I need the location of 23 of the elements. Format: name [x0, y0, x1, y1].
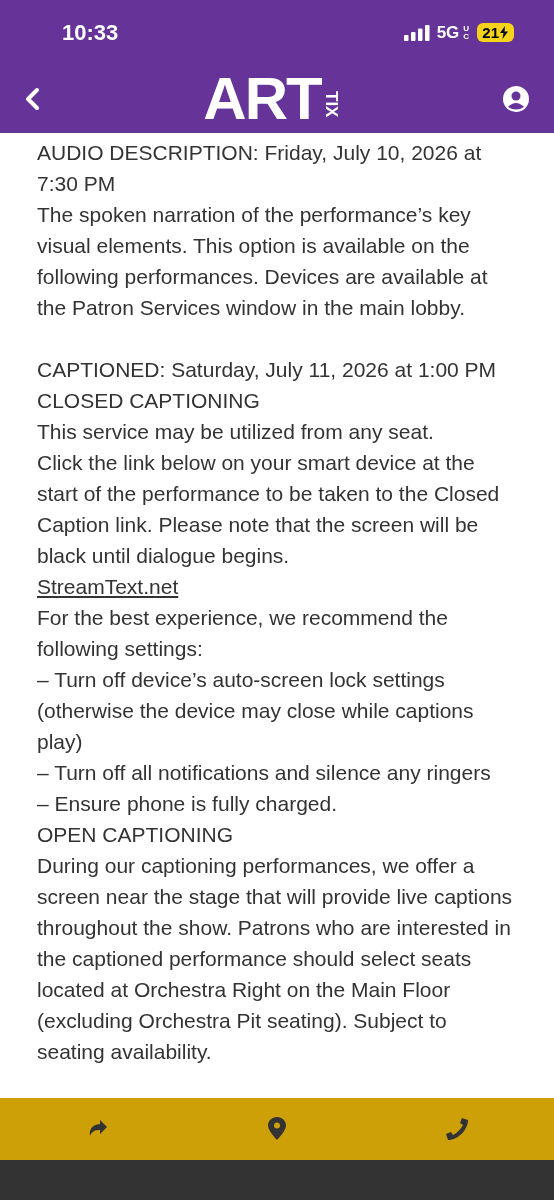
body-text: Click the link below on your smart device at the start of the performance to be taken to the Closed Caption link. Please note that the screen will be black until dialogue begins.: [37, 450, 501, 569]
streamtext-link[interactable]: StreamText.net: [37, 575, 179, 598]
body-text: – Turn off device’s auto-screen lock settings (otherwise the device may close while captions play): [37, 667, 475, 755]
body-text: AUDIO DESCRIPTION: Friday, July 10, 2026 at 7:30 PM: [37, 140, 483, 197]
phone-icon[interactable]: [446, 1118, 468, 1141]
body-text: During our captioning performances, we offer a screen near the stage that will provide live captions throughout the show. Patrons who are interested in the captioned performance should select seats located at Orchestra Right on the Main Floor (excluding Orchestra Pit seating). Subject to seating availability.: [37, 853, 514, 1065]
location-pin-icon[interactable]: [268, 1117, 286, 1142]
body-text: – Turn off all notifications and silence any ringers: [37, 760, 492, 786]
logo: ART TIX: [203, 73, 339, 125]
signal-icon: [403, 24, 430, 41]
network-label: 5G: [436, 22, 460, 43]
status-time: 10:33: [62, 19, 119, 46]
body-text: CAPTIONED: Saturday, July 11, 2026 at 1:00 PM: [37, 357, 498, 383]
network-suffix: UC: [463, 24, 471, 41]
body-text: The spoken narration of the performance’s key visual elements. This option is available on the following performances. Devices are available at the Patron Services window in the main lobby.: [37, 202, 489, 321]
body-text: OPEN CAPTIONING: [37, 822, 235, 848]
body-text: – Ensure phone is fully charged.: [37, 791, 339, 817]
body-text: CLOSED CAPTIONING: [37, 388, 261, 414]
body-text: For the best experience, we recommend the following settings:: [37, 605, 449, 662]
account-icon[interactable]: [502, 85, 530, 113]
body-text: This service may be utilized from any seat.: [37, 419, 435, 445]
battery-indicator: 21: [477, 23, 514, 42]
back-icon[interactable]: [24, 87, 40, 111]
